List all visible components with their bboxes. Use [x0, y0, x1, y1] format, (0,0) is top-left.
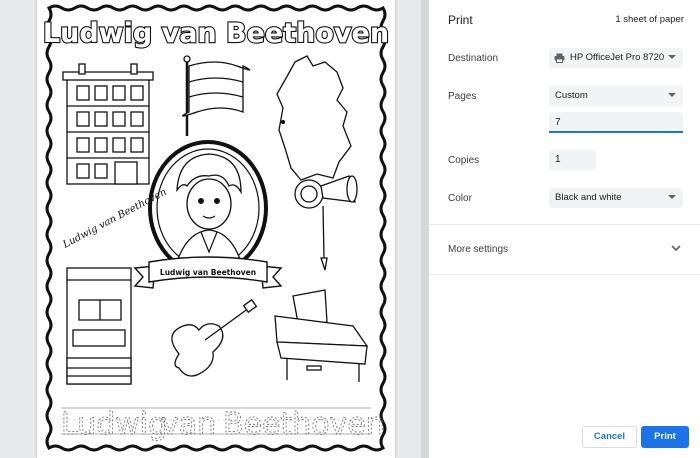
print-dialog-title: Print — [448, 13, 473, 27]
print-preview-area: Ludwig van Beethoven Ludwig van Beethove… — [0, 0, 428, 458]
portrait-banner-text: Ludwig van Beethoven — [160, 268, 256, 277]
piano-illustration — [274, 289, 369, 382]
beethoven-portrait — [148, 140, 268, 276]
divider — [429, 274, 700, 275]
germany-map-illustration — [276, 55, 352, 181]
preview-page: Ludwig van Beethoven Ludwig van Beethove… — [37, 0, 395, 458]
house-illustration — [62, 63, 154, 185]
organ-illustration — [66, 267, 132, 385]
pages-select[interactable]: Custom — [549, 86, 683, 106]
trace-word-3: Beethoven — [223, 407, 385, 442]
preview-scrollbar[interactable] — [421, 0, 428, 458]
copies-label: Copies — [448, 155, 480, 166]
color-select[interactable]: Black and white — [549, 188, 683, 208]
printer-icon — [554, 53, 565, 63]
horn-illustration — [294, 175, 358, 271]
pages-label: Pages — [448, 91, 477, 102]
caret-down-icon — [668, 55, 676, 59]
banner-title: Ludwig van Beethoven — [43, 18, 389, 49]
destination-label: Destination — [448, 53, 499, 64]
sheet-count: 1 sheet of paper — [615, 14, 684, 25]
caret-down-icon — [668, 93, 676, 97]
print-settings-panel: Print 1 sheet of paper Destination HP Of… — [428, 0, 700, 458]
custom-pages-input[interactable]: 7 — [549, 112, 683, 133]
coloring-page-artwork: Ludwig van Beethoven Ludwig van Beethove… — [42, 4, 390, 452]
pages-value: Custom — [555, 90, 588, 101]
copies-input[interactable]: 1 — [549, 150, 596, 170]
trace-writing-area: Ludwig van Beethoven — [61, 407, 386, 443]
print-button[interactable]: Print — [641, 426, 689, 448]
cancel-button[interactable]: Cancel — [582, 426, 637, 448]
more-settings-label: More settings — [448, 244, 509, 255]
color-label: Color — [448, 193, 472, 204]
trace-word-1: Ludwig — [61, 407, 167, 442]
more-settings-toggle[interactable]: More settings — [429, 236, 700, 262]
trace-word-2: van — [161, 407, 216, 442]
destination-select[interactable]: HP OfficeJet Pro 8720 — [549, 48, 683, 68]
violin-illustration — [171, 298, 258, 377]
caret-down-icon — [668, 195, 676, 199]
flag-illustration — [181, 55, 251, 136]
divider — [429, 224, 700, 225]
color-value: Black and white — [555, 192, 622, 203]
destination-value: HP OfficeJet Pro 8720 — [570, 52, 665, 63]
chevron-down-icon — [671, 245, 681, 252]
